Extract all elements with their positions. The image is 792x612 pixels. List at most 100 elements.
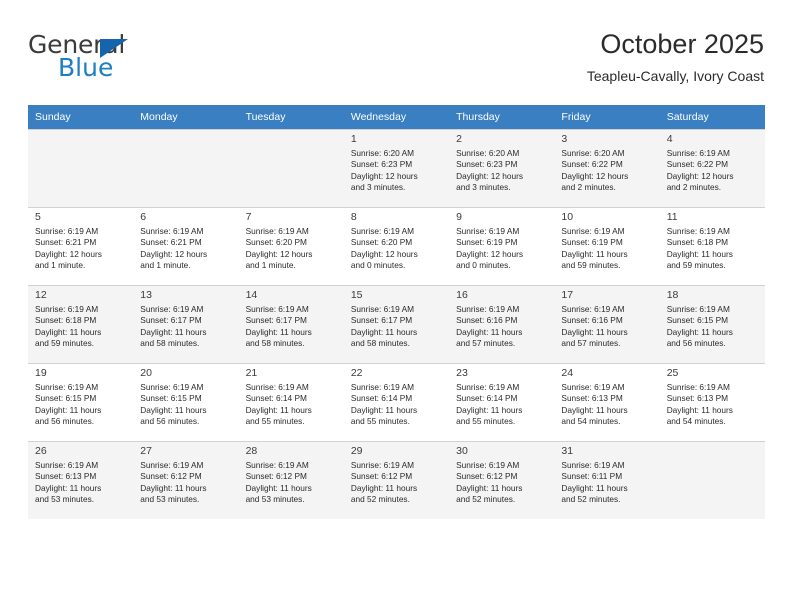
calendar-cell[interactable]: 5 Sunrise: 6:19 AM Sunset: 6:21 PM Daylight… xyxy=(28,207,134,285)
daylight-line-2: and 55 minutes. xyxy=(456,415,516,426)
calendar-cell[interactable] xyxy=(133,129,239,207)
calendar-cell[interactable]: 3 Sunrise: 6:20 AM Sunset: 6:22 PM Daylight… xyxy=(554,129,660,207)
calendar-cell[interactable]: 1 Sunrise: 6:20 AM Sunset: 6:23 PM Daylight… xyxy=(343,129,450,207)
calendar-cell[interactable]: 29 Sunrise: 6:19 AM Sunset: 6:12 PM Dayligh… xyxy=(343,441,450,519)
sunrise-line: Sunrise: 6:19 AM xyxy=(666,304,730,314)
daylight-line-2: and 2 minutes. xyxy=(561,181,616,192)
calendar-cell[interactable] xyxy=(659,441,765,519)
calendar-cell[interactable]: 24 Sunrise: 6:19 AM Sunset: 6:13 PM Dayligh… xyxy=(554,363,660,441)
calendar-cell[interactable]: 23 Sunrise: 6:19 AM Sunset: 6:14 PM Dayligh… xyxy=(449,363,555,441)
day-number: 25 xyxy=(666,367,679,379)
calendar-cell[interactable]: 18 Sunrise: 6:19 AM Sunset: 6:15 PM Dayligh… xyxy=(659,285,765,363)
day-number: 15 xyxy=(350,289,363,301)
calendar-cell[interactable]: 17 Sunrise: 6:19 AM Sunset: 6:16 PM Dayligh… xyxy=(554,285,660,363)
day-number: 18 xyxy=(666,289,679,301)
daylight-line-2: and 53 minutes. xyxy=(140,493,200,504)
daylight-line-1: Daylight: 11 hours xyxy=(245,326,312,337)
sunset-line: Sunset: 6:17 PM xyxy=(350,315,413,326)
calendar-cell[interactable]: 25 Sunrise: 6:19 AM Sunset: 6:13 PM Dayligh… xyxy=(659,363,765,441)
calendar-cell[interactable]: 26 Sunrise: 6:19 AM Sunset: 6:13 PM Dayligh… xyxy=(28,441,134,519)
daylight-line-1: Daylight: 11 hours xyxy=(350,326,418,337)
sunrise-line: Sunrise: 6:19 AM xyxy=(245,304,309,314)
day-number: 30 xyxy=(456,445,468,457)
sunset-line: Sunset: 6:12 PM xyxy=(456,471,518,482)
calendar-week-row: 19 Sunrise: 6:19 AM Sunset: 6:15 PM Dayligh… xyxy=(28,363,765,441)
calendar-cell[interactable]: 8 Sunrise: 6:19 AM Sunset: 6:20 PM Daylight… xyxy=(343,207,450,285)
sunrise-line: Sunrise: 6:19 AM xyxy=(140,226,204,236)
sunrise-line: Sunrise: 6:19 AM xyxy=(456,226,520,236)
daylight-line-2: and 58 minutes. xyxy=(140,337,200,348)
daylight-line-1: Daylight: 12 hours xyxy=(666,170,734,181)
daylight-line-1: Daylight: 11 hours xyxy=(561,248,628,259)
day-number: 4 xyxy=(666,133,673,145)
title-block: October 2025 Teapleu-Cavally, Ivory Coas… xyxy=(587,28,764,86)
sunrise-line: Sunrise: 6:19 AM xyxy=(456,460,520,470)
calendar-cell[interactable]: 9 Sunrise: 6:19 AM Sunset: 6:19 PM Daylight… xyxy=(449,207,555,285)
daylight-line-1: Daylight: 11 hours xyxy=(350,482,418,493)
calendar-cell[interactable]: 15 Sunrise: 6:19 AM Sunset: 6:17 PM Dayligh… xyxy=(343,285,450,363)
sunset-line: Sunset: 6:19 PM xyxy=(561,237,623,248)
day-number: 22 xyxy=(350,367,363,379)
daylight-line-2: and 0 minutes. xyxy=(350,259,406,270)
sunset-line: Sunset: 6:15 PM xyxy=(666,315,729,326)
daylight-line-1: Daylight: 12 hours xyxy=(140,248,208,259)
sunset-line: Sunset: 6:13 PM xyxy=(666,393,729,404)
daylight-line-2: and 52 minutes. xyxy=(456,493,516,504)
calendar-cell[interactable]: 12 Sunrise: 6:19 AM Sunset: 6:18 PM Dayligh… xyxy=(28,285,134,363)
day-number: 28 xyxy=(245,445,258,457)
calendar-cell[interactable] xyxy=(238,129,344,207)
daylight-line-1: Daylight: 11 hours xyxy=(456,404,523,415)
daylight-line-2: and 59 minutes. xyxy=(35,337,95,348)
sunset-line: Sunset: 6:20 PM xyxy=(245,237,307,248)
sunset-line: Sunset: 6:12 PM xyxy=(350,471,413,482)
daylight-line-1: Daylight: 11 hours xyxy=(35,404,102,415)
daylight-line-2: and 58 minutes. xyxy=(350,337,410,348)
daylight-line-2: and 56 minutes. xyxy=(140,415,200,426)
calendar-cell[interactable]: 14 Sunrise: 6:19 AM Sunset: 6:17 PM Dayligh… xyxy=(238,285,344,363)
day-number: 11 xyxy=(666,211,678,223)
sunrise-line: Sunrise: 6:19 AM xyxy=(350,304,415,314)
daylight-line-2: and 1 minute. xyxy=(140,259,191,270)
calendar-cell[interactable]: 4 Sunrise: 6:19 AM Sunset: 6:22 PM Daylight… xyxy=(659,129,765,207)
calendar-cell[interactable]: 16 Sunrise: 6:19 AM Sunset: 6:16 PM Dayligh… xyxy=(449,285,555,363)
daylight-line-2: and 54 minutes. xyxy=(561,415,621,426)
calendar-cell[interactable]: 27 Sunrise: 6:19 AM Sunset: 6:12 PM Dayligh… xyxy=(133,441,239,519)
day-number: 29 xyxy=(350,445,363,457)
daylight-line-1: Daylight: 11 hours xyxy=(561,482,628,493)
calendar-cell[interactable]: 20 Sunrise: 6:19 AM Sunset: 6:15 PM Dayligh… xyxy=(133,363,239,441)
weekday-header-tuesday: Tuesday xyxy=(238,105,344,129)
daylight-line-2: and 58 minutes. xyxy=(245,337,305,348)
day-number: 10 xyxy=(561,211,574,223)
day-number: 26 xyxy=(35,445,47,457)
calendar-cell[interactable]: 6 Sunrise: 6:19 AM Sunset: 6:21 PM Daylight… xyxy=(133,207,239,285)
daylight-line-1: Daylight: 12 hours xyxy=(350,248,418,259)
calendar-cell[interactable]: 21 Sunrise: 6:19 AM Sunset: 6:14 PM Dayligh… xyxy=(238,363,344,441)
calendar-cell[interactable]: 10 Sunrise: 6:19 AM Sunset: 6:19 PM Dayligh… xyxy=(554,207,660,285)
calendar-cell[interactable]: 28 Sunrise: 6:19 AM Sunset: 6:12 PM Dayligh… xyxy=(238,441,344,519)
calendar-week-row: 12 Sunrise: 6:19 AM Sunset: 6:18 PM Dayligh… xyxy=(28,285,765,363)
calendar-cell[interactable]: 7 Sunrise: 6:19 AM Sunset: 6:20 PM Daylight… xyxy=(238,207,344,285)
calendar-cell[interactable]: 19 Sunrise: 6:19 AM Sunset: 6:15 PM Dayligh… xyxy=(28,363,134,441)
calendar-cell[interactable]: 31 Sunrise: 6:19 AM Sunset: 6:11 PM Dayligh… xyxy=(554,441,660,519)
calendar-cell[interactable]: 13 Sunrise: 6:19 AM Sunset: 6:17 PM Dayligh… xyxy=(133,285,239,363)
daylight-line-2: and 59 minutes. xyxy=(666,259,726,270)
calendar-page: General Blue October 2025 Teapleu-Cavall… xyxy=(0,0,792,612)
generalblue-logo[interactable]: General Blue xyxy=(28,32,268,92)
calendar-cell[interactable] xyxy=(28,129,134,207)
calendar-week-row: 1 Sunrise: 6:20 AM Sunset: 6:23 PM Daylight… xyxy=(28,129,765,207)
sunset-line: Sunset: 6:12 PM xyxy=(140,471,202,482)
sunrise-line: Sunrise: 6:19 AM xyxy=(35,382,99,392)
calendar-cell[interactable]: 2 Sunrise: 6:20 AM Sunset: 6:23 PM Daylight… xyxy=(449,129,555,207)
daylight-line-2: and 2 minutes. xyxy=(666,181,722,192)
sunrise-line: Sunrise: 6:19 AM xyxy=(350,460,415,470)
sunrise-line: Sunrise: 6:19 AM xyxy=(140,460,204,470)
calendar-cell[interactable]: 30 Sunrise: 6:19 AM Sunset: 6:12 PM Dayligh… xyxy=(449,441,555,519)
calendar-cell[interactable]: 11 Sunrise: 6:19 AM Sunset: 6:18 PM Dayligh… xyxy=(659,207,765,285)
daylight-line-2: and 1 minute. xyxy=(245,259,296,270)
sunset-line: Sunset: 6:19 PM xyxy=(456,237,518,248)
sunset-line: Sunset: 6:23 PM xyxy=(456,159,518,170)
daylight-line-1: Daylight: 12 hours xyxy=(350,170,418,181)
calendar-cell[interactable]: 22 Sunrise: 6:19 AM Sunset: 6:14 PM Dayligh… xyxy=(343,363,450,441)
sunset-line: Sunset: 6:21 PM xyxy=(140,237,202,248)
sunset-line: Sunset: 6:14 PM xyxy=(245,393,307,404)
